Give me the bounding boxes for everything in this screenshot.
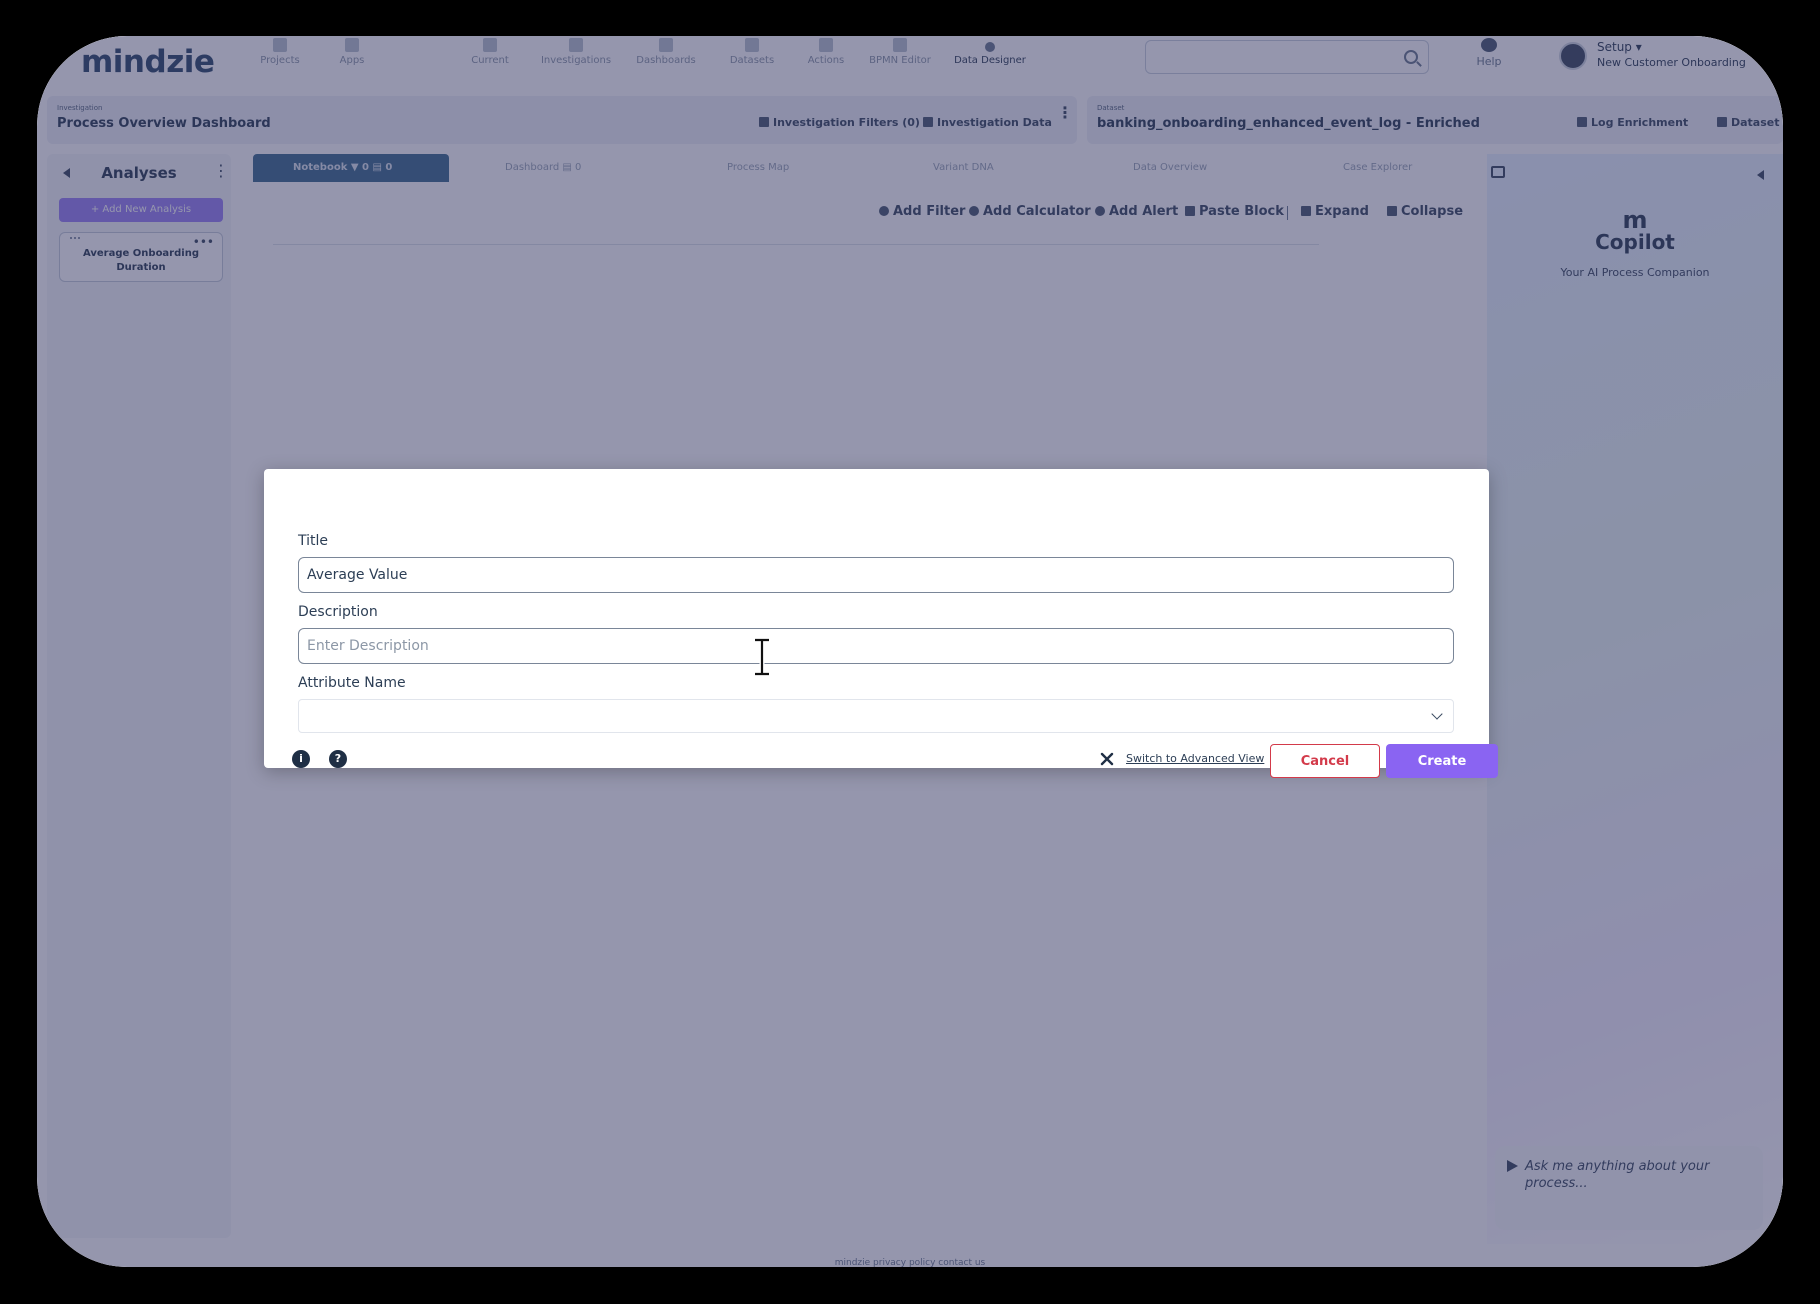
text-cursor-icon (755, 638, 769, 676)
switch-to-advanced-view-link[interactable]: Switch to Advanced View (1126, 752, 1264, 765)
title-label: Title (298, 533, 329, 549)
chevron-down-icon (1431, 708, 1443, 720)
title-input[interactable] (298, 557, 1454, 593)
cancel-button[interactable]: Cancel (1270, 744, 1380, 778)
help-icon[interactable]: ? (329, 750, 347, 768)
attribute-name-select[interactable] (298, 699, 1454, 733)
tools-icon (1100, 752, 1114, 766)
attribute-name-label: Attribute Name (298, 675, 406, 691)
description-label: Description (298, 604, 378, 620)
create-button[interactable]: Create (1386, 744, 1498, 778)
info-icon[interactable]: i (292, 750, 310, 768)
description-input[interactable] (298, 628, 1454, 664)
description-field-wrap (264, 628, 1489, 664)
create-calculator-dialog: Title Description Attribute Name i ? Swi… (264, 469, 1498, 778)
